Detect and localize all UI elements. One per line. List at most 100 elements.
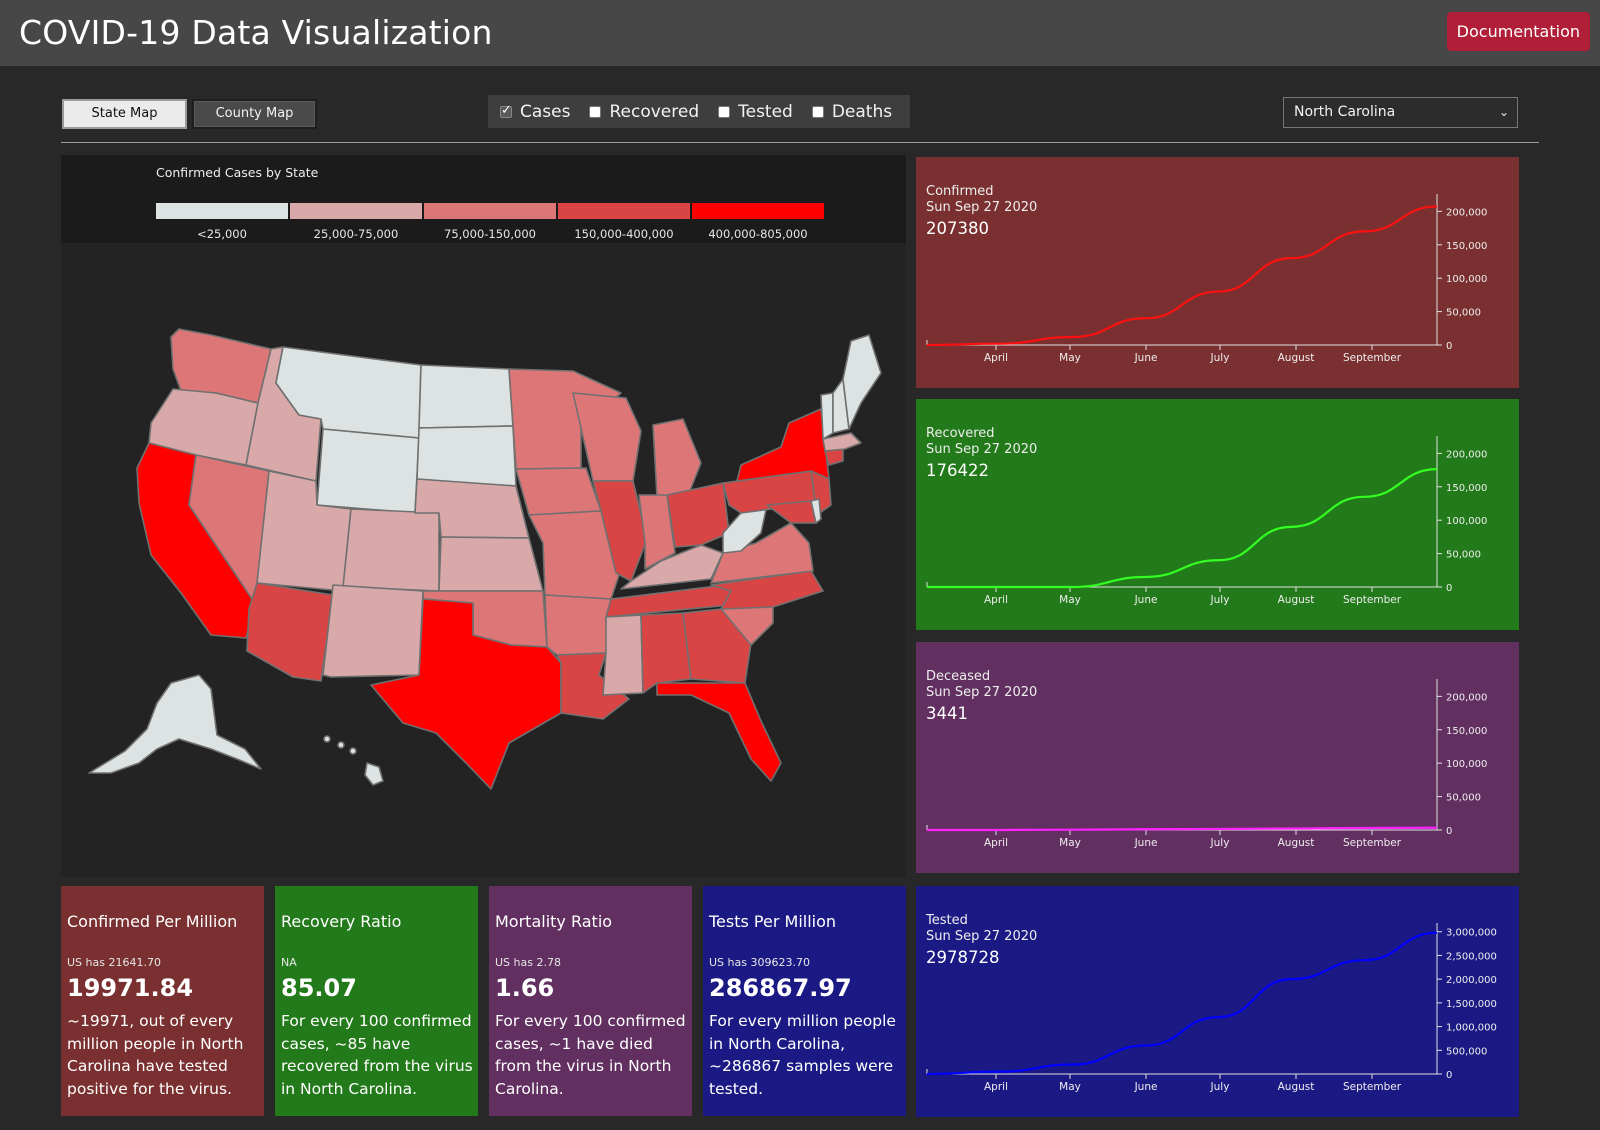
top-bar: COVID-19 Data Visualization Documentatio… xyxy=(0,0,1600,66)
legend-title: Confirmed Cases by State xyxy=(156,165,319,180)
x-tick-label: September xyxy=(1343,352,1402,364)
filter-deaths[interactable]: Deaths xyxy=(811,101,893,122)
x-tick-label: August xyxy=(1278,594,1315,606)
y-tick-label: 100,000 xyxy=(1446,759,1487,770)
state-map-button[interactable]: State Map xyxy=(62,99,187,129)
filter-tested[interactable]: Tested xyxy=(718,102,793,122)
filter-cases[interactable]: Cases xyxy=(500,102,570,122)
chart-date: Sun Sep 27 2020 xyxy=(926,442,1038,457)
y-tick-label: 50,000 xyxy=(1446,793,1481,804)
state-florida[interactable] xyxy=(656,682,782,782)
deaths-checkbox[interactable] xyxy=(811,105,824,118)
state-select-value: North Carolina xyxy=(1294,104,1396,120)
legend-label: 150,000-400,000 xyxy=(574,227,674,241)
series-line xyxy=(927,468,1438,589)
stat-description: For every 100 confirmed cases, ~85 have … xyxy=(281,1012,473,1098)
x-tick-label: April xyxy=(984,837,1008,849)
y-tick-label: 1,500,000 xyxy=(1446,999,1497,1010)
state-arizona[interactable] xyxy=(246,582,334,682)
state-select[interactable]: North Carolina ⌄ xyxy=(1283,97,1518,128)
state-maryland[interactable] xyxy=(766,500,817,524)
chevron-down-icon: ⌄ xyxy=(1498,105,1509,119)
state-colorado[interactable] xyxy=(342,508,440,592)
stat-title: Recovery Ratio xyxy=(281,912,402,931)
chart-name: Confirmed xyxy=(926,184,994,199)
chart-date: Sun Sep 27 2020 xyxy=(926,200,1038,215)
x-tick-label: May xyxy=(1059,837,1081,849)
recovery-ratio-card: Recovery Ratio NA 85.07 For every 100 co… xyxy=(275,886,478,1116)
chart-name: Recovered xyxy=(926,426,995,441)
recovered-line-chart[interactable]: April May June July August September 0 50,000 10… xyxy=(916,399,1519,630)
state-michigan[interactable] xyxy=(652,418,702,498)
state-new-mexico[interactable] xyxy=(322,584,424,678)
y-tick-label: 50,000 xyxy=(1446,550,1481,561)
state-iowa[interactable] xyxy=(515,467,602,516)
state-kansas[interactable] xyxy=(438,536,544,592)
map-panel: Confirmed Cases by State <25,000 25,000-… xyxy=(61,155,906,877)
hawaii-island xyxy=(337,741,345,749)
confirmed-line-chart[interactable]: April May June July August September 0 50,000 10… xyxy=(916,157,1519,388)
y-tick-label: 150,000 xyxy=(1446,726,1487,737)
state-south-dakota[interactable] xyxy=(416,425,517,487)
filter-label: Cases xyxy=(520,101,571,122)
state-mississippi[interactable] xyxy=(602,614,644,696)
x-tick-label: May xyxy=(1059,1081,1081,1093)
state-north-dakota[interactable] xyxy=(418,364,514,429)
county-map-button[interactable]: County Map xyxy=(192,99,317,129)
filter-recovered[interactable]: Recovered xyxy=(589,102,699,122)
legend-label: 400,000-805,000 xyxy=(708,227,808,241)
recovered-chart-card: April May June July August September 0 50,000 10… xyxy=(916,399,1519,630)
us-state-map[interactable] xyxy=(61,243,906,877)
chart-value: 3441 xyxy=(926,704,968,723)
confirmed-per-million-card: Confirmed Per Million US has 21641.70 19… xyxy=(61,886,264,1116)
y-tick-label: 500,000 xyxy=(1446,1046,1487,1057)
divider xyxy=(61,142,1539,143)
stat-value: 85.07 xyxy=(281,974,357,1002)
legend-swatch xyxy=(558,203,690,219)
x-tick-label: June xyxy=(1134,352,1158,364)
app-title: COVID-19 Data Visualization xyxy=(19,13,493,52)
y-tick-label: 100,000 xyxy=(1446,274,1487,285)
state-new-york[interactable] xyxy=(736,408,830,482)
deceased-line-chart[interactable]: April May June July August September 0 50,000 10… xyxy=(916,642,1519,873)
y-tick-label: 0 xyxy=(1446,341,1452,352)
legend-swatch xyxy=(692,203,824,219)
x-tick-label: July xyxy=(1210,1081,1230,1093)
state-ohio[interactable] xyxy=(666,482,730,548)
filter-label: Deaths xyxy=(831,101,893,122)
state-hawaii[interactable] xyxy=(364,762,384,786)
state-arkansas[interactable] xyxy=(544,594,612,656)
y-tick-label: 100,000 xyxy=(1446,516,1487,527)
tested-chart-card: April May June July August September 0 500,000 1… xyxy=(916,886,1519,1117)
y-tick-label: 1,000,000 xyxy=(1446,1023,1497,1034)
y-tick-label: 0 xyxy=(1446,826,1452,837)
x-tick-label: June xyxy=(1134,837,1158,849)
deceased-chart-card: April May June July August September 0 50,000 10… xyxy=(916,642,1519,873)
y-tick-label: 150,000 xyxy=(1446,241,1487,252)
state-alabama[interactable] xyxy=(640,612,692,694)
stat-description: For every million people in North Caroli… xyxy=(709,1012,896,1098)
state-wyoming[interactable] xyxy=(316,428,420,514)
y-tick-label: 0 xyxy=(1446,1070,1452,1081)
cases-checkbox[interactable] xyxy=(500,103,512,118)
legend-label: 75,000-150,000 xyxy=(444,227,536,241)
state-vermont[interactable] xyxy=(820,392,834,440)
chart-value: 2978728 xyxy=(926,948,1000,967)
stat-us-comparison: US has 309623.70 xyxy=(709,956,810,969)
state-alaska[interactable] xyxy=(88,674,262,774)
tested-checkbox[interactable] xyxy=(718,105,731,118)
state-maine[interactable] xyxy=(842,334,882,430)
stat-value: 1.66 xyxy=(495,974,555,1002)
tested-line-chart[interactable]: April May June July August September 0 500,000 1… xyxy=(916,886,1519,1117)
legend-swatch xyxy=(290,203,422,219)
x-tick-label: September xyxy=(1343,594,1402,606)
y-tick-label: 0 xyxy=(1446,583,1452,594)
recovered-checkbox[interactable] xyxy=(589,105,602,118)
x-tick-label: April xyxy=(984,594,1008,606)
x-tick-label: June xyxy=(1134,1081,1158,1093)
legend-swatch xyxy=(156,203,288,219)
x-tick-label: September xyxy=(1343,837,1402,849)
documentation-button[interactable]: Documentation xyxy=(1446,12,1590,51)
x-tick-label: September xyxy=(1343,1081,1402,1093)
data-type-filters: Cases Recovered Tested Deaths xyxy=(488,95,910,128)
